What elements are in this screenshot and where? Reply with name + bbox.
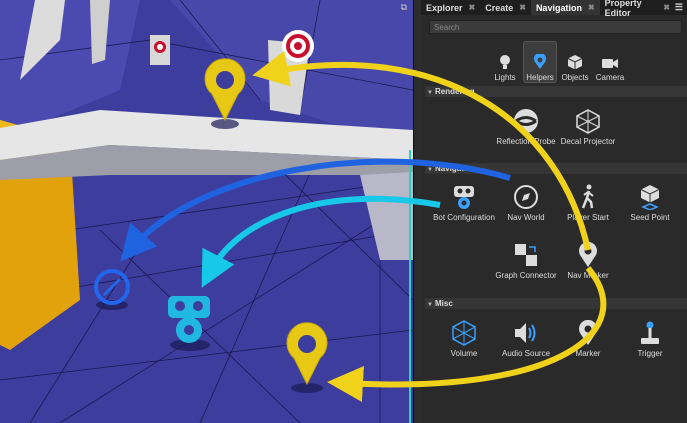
section-title: Navigation xyxy=(435,164,476,173)
item-label: Marker xyxy=(575,349,601,358)
item-label: Player Start xyxy=(567,213,609,222)
cube-icon xyxy=(567,55,583,70)
close-icon[interactable]: ✖ xyxy=(663,3,670,12)
navigation-panel: Explorer ✖ Create ✖ Navigation ✖ Property E… xyxy=(421,0,687,423)
item-label: Trigger xyxy=(637,349,663,358)
item-volume[interactable]: Volume xyxy=(433,320,495,358)
category-bar: Lights Helpers Objects Camera xyxy=(489,41,626,83)
camera-icon xyxy=(602,59,618,68)
category-objects[interactable]: Objects xyxy=(559,42,591,82)
item-label: Bot Configuration xyxy=(433,213,495,222)
tab-label: Navigation xyxy=(535,2,582,13)
volume-icon xyxy=(452,320,476,346)
reflection-probe-icon xyxy=(514,109,538,133)
category-helpers[interactable]: Helpers xyxy=(523,41,557,83)
item-nav-marker[interactable]: Nav Marker xyxy=(557,242,619,280)
item-label: Decal Projector xyxy=(560,137,616,146)
item-decal-projector[interactable]: Decal Projector xyxy=(557,108,619,146)
item-label: Nav Marker xyxy=(567,271,609,280)
category-camera[interactable]: Camera xyxy=(594,42,626,82)
graph-connector-icon xyxy=(515,244,537,266)
tab-explorer[interactable]: Explorer ✖ xyxy=(421,0,480,15)
tab-label: Explorer xyxy=(426,2,463,13)
section-rendering[interactable]: ▼ Rendering xyxy=(425,86,687,97)
close-icon[interactable]: ✖ xyxy=(519,3,526,12)
panel-tabs: Explorer ✖ Create ✖ Navigation ✖ Property E… xyxy=(421,0,687,18)
item-seed-point[interactable]: Seed Point xyxy=(619,184,681,222)
section-navigation[interactable]: ▼ Navigation xyxy=(425,163,687,174)
item-label: Seed Point xyxy=(630,213,670,222)
section-misc[interactable]: ▼ Misc xyxy=(425,298,687,309)
speaker-icon xyxy=(515,323,536,343)
tab-navigation[interactable]: Navigation ✖ xyxy=(530,0,600,15)
bulb-icon xyxy=(500,55,510,69)
compass-icon xyxy=(514,185,538,209)
walking-person-icon xyxy=(581,184,594,209)
search-input[interactable]: Search xyxy=(429,20,682,34)
marker-pin-icon xyxy=(579,320,597,345)
tab-label: Create xyxy=(485,2,514,13)
close-icon[interactable]: ✖ xyxy=(469,3,476,12)
item-reflection-probe[interactable]: Reflection Probe xyxy=(495,108,557,146)
item-trigger[interactable]: Trigger xyxy=(619,320,681,358)
category-label: Objects xyxy=(561,73,589,82)
item-label: Graph Connector xyxy=(495,271,557,280)
bot-icon xyxy=(454,186,474,209)
map-pin-icon xyxy=(579,242,597,267)
item-marker[interactable]: Marker xyxy=(557,320,619,358)
collapse-arrow-icon: ▼ xyxy=(427,302,433,308)
item-bot-configuration[interactable]: Bot Configuration xyxy=(433,184,495,222)
scene-viewport[interactable]: ⧉ xyxy=(0,0,413,423)
section-title: Misc xyxy=(435,299,453,308)
category-label: Camera xyxy=(595,73,625,82)
item-nav-world[interactable]: Nav World xyxy=(495,184,557,222)
category-label: Helpers xyxy=(526,73,554,82)
item-label: Volume xyxy=(450,349,478,358)
category-lights[interactable]: Lights xyxy=(489,42,521,82)
tab-label: Property Editor xyxy=(604,0,642,18)
seed-cube-icon xyxy=(640,185,660,210)
item-label: Reflection Probe xyxy=(496,137,556,146)
joystick-icon xyxy=(641,321,659,344)
item-player-start[interactable]: Player Start xyxy=(557,184,619,222)
pin-icon xyxy=(534,54,546,69)
item-label: Nav World xyxy=(507,213,545,222)
panel-menu-icon[interactable]: ☰ xyxy=(675,2,687,13)
close-icon[interactable]: ✖ xyxy=(588,3,595,12)
item-label: Audio Source xyxy=(501,349,551,358)
scene-render xyxy=(0,0,413,423)
collapse-arrow-icon: ▼ xyxy=(427,167,433,173)
section-title: Rendering xyxy=(435,87,475,96)
tab-property-editor[interactable]: Property Editor ✖ xyxy=(600,0,675,18)
collapse-arrow-icon: ▼ xyxy=(427,90,433,96)
decal-projector-icon xyxy=(576,109,600,134)
viewport-menu-icon[interactable]: ⧉ xyxy=(401,2,407,13)
category-label: Lights xyxy=(494,73,516,82)
item-audio-source[interactable]: Audio Source xyxy=(495,320,557,358)
item-graph-connector[interactable]: Graph Connector xyxy=(495,242,557,280)
tab-create[interactable]: Create ✖ xyxy=(480,0,531,15)
